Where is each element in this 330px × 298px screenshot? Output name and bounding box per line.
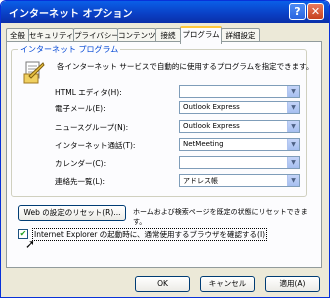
newsgroups-select[interactable]: Outlook Express ▼: [179, 120, 300, 133]
contacts-select[interactable]: アドレス帳 ▼: [179, 174, 300, 187]
reset-description: ホームおよび検索ページを既定の状態にリセットできます。: [133, 208, 308, 226]
reset-web-settings-button[interactable]: Web の設定のリセット(R)...: [18, 205, 126, 221]
help-button[interactable]: ?: [289, 3, 306, 20]
tab-privacy[interactable]: プライバシー: [73, 28, 119, 42]
html-editor-label: HTML エディタ(H):: [55, 88, 122, 97]
contacts-value: アドレス帳: [183, 177, 218, 185]
internet-call-label: インターネット通話(T):: [55, 141, 136, 150]
calendar-label: カレンダー(C):: [55, 159, 107, 168]
email-select[interactable]: Outlook Express ▼: [179, 101, 300, 114]
cancel-button[interactable]: キャンセル: [200, 276, 255, 292]
newsgroups-label: ニュースグループ(N):: [55, 123, 129, 132]
chevron-down-icon[interactable]: ▼: [287, 102, 299, 113]
default-browser-label[interactable]: Internet Explorer の起動時に、通常使用するブラウザを確認する(…: [32, 228, 268, 241]
email-label: 電子メール(E):: [55, 104, 106, 113]
newsgroups-value: Outlook Express: [183, 122, 240, 130]
chevron-down-icon[interactable]: ▼: [287, 121, 299, 132]
tab-advanced[interactable]: 詳細設定: [221, 28, 260, 42]
calendar-select[interactable]: ▼: [179, 156, 300, 169]
mouse-cursor-icon: ➚: [25, 237, 36, 251]
programs-icon: [23, 61, 45, 84]
chevron-down-icon[interactable]: ▼: [287, 175, 299, 186]
internet-call-value: NetMeeting: [183, 140, 224, 148]
contacts-label: 連絡先一覧(L):: [55, 177, 106, 186]
programs-description: 各インターネット サービスで自動的に使用するプログラムを指定できます。: [57, 62, 314, 71]
title-bar[interactable]: インターネット オプション ? ✕: [1, 1, 329, 23]
window-title: インターネット オプション: [9, 9, 133, 20]
tab-connections[interactable]: 接続: [155, 28, 181, 42]
chevron-down-icon[interactable]: ▼: [287, 86, 299, 97]
ok-button[interactable]: OK: [135, 276, 190, 292]
tab-content[interactable]: コンテンツ: [117, 28, 156, 42]
email-value: Outlook Express: [183, 103, 240, 111]
chevron-down-icon[interactable]: ▼: [287, 157, 299, 168]
close-button[interactable]: ✕: [307, 3, 324, 20]
internet-call-select[interactable]: NetMeeting ▼: [179, 138, 300, 151]
chevron-down-icon[interactable]: ▼: [287, 139, 299, 150]
html-editor-select[interactable]: ▼: [179, 85, 300, 98]
tab-security[interactable]: セキュリティ: [28, 28, 74, 42]
apply-button[interactable]: 適用(A): [265, 276, 320, 292]
group-legend: インターネット プログラム: [18, 44, 121, 55]
tab-programs[interactable]: プログラム: [180, 26, 222, 44]
tab-general[interactable]: 全般: [6, 28, 29, 42]
internet-options-dialog: インターネット オプション ? ✕ 全般 セキュリティ プライバシー コンテンツ…: [0, 0, 330, 298]
